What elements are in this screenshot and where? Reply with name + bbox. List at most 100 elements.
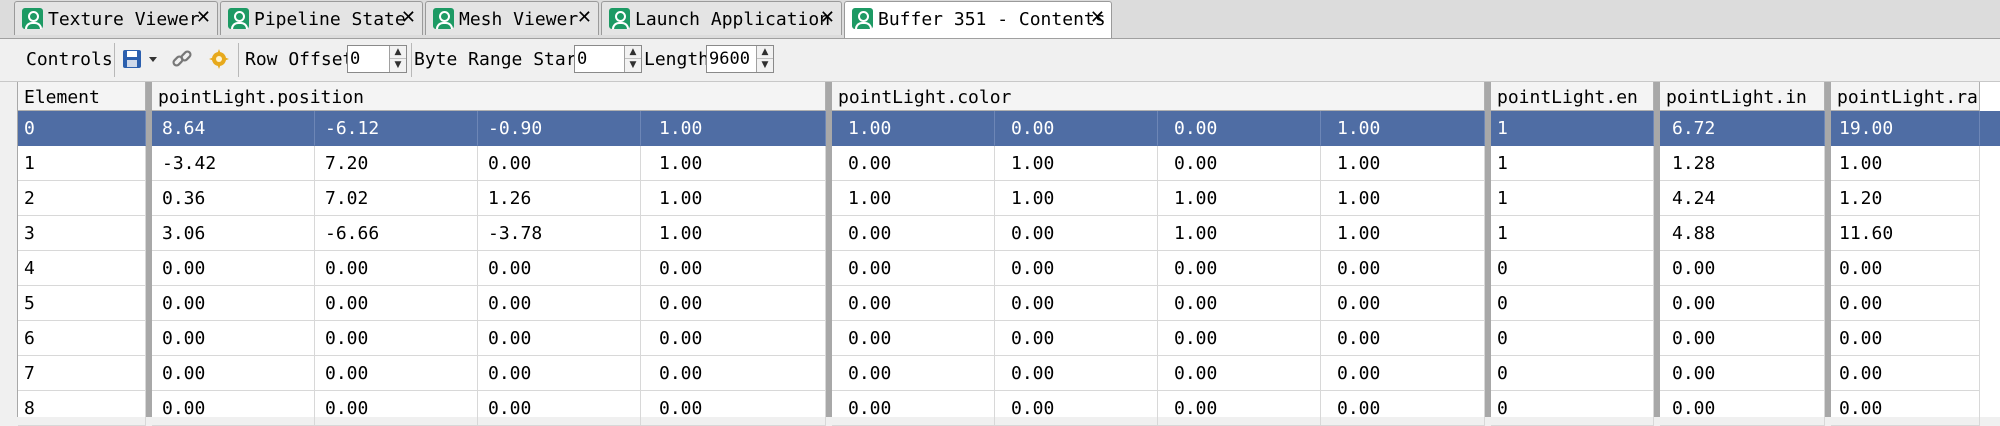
table-cell[interactable]: 1.00 [1158, 181, 1321, 216]
table-cell[interactable]: 7 [18, 356, 146, 391]
table-cell[interactable]: 1.00 [1321, 216, 1485, 251]
table-cell[interactable]: 1.00 [641, 181, 826, 216]
tab-mesh-viewer[interactable]: Mesh Viewer ✕ [425, 1, 599, 35]
table-cell[interactable]: 1.00 [1321, 181, 1485, 216]
table-cell[interactable]: 6 [18, 321, 146, 356]
table-cell[interactable]: 2 [18, 181, 146, 216]
table-cell[interactable]: 0.00 [1660, 286, 1825, 321]
table-cell[interactable]: 0.00 [152, 251, 315, 286]
table-cell[interactable]: 0.00 [995, 286, 1158, 321]
table-cell[interactable]: 0.00 [315, 251, 478, 286]
table-cell[interactable]: 0.00 [315, 391, 478, 426]
table-cell[interactable]: 11.60 [1831, 216, 1980, 251]
column-header-enabled[interactable]: pointLight.en [1491, 82, 1654, 111]
table-cell[interactable]: 1.00 [1158, 216, 1321, 251]
column-header-position[interactable]: pointLight.position [152, 82, 826, 111]
column-header-color[interactable]: pointLight.color [832, 82, 1485, 111]
settings-icon[interactable] [207, 47, 231, 71]
column-header-element[interactable]: Element [18, 82, 146, 111]
column-header-intensity[interactable]: pointLight.in [1660, 82, 1825, 111]
table-cell[interactable]: 0.00 [832, 251, 995, 286]
table-cell[interactable]: 1.00 [641, 111, 826, 146]
table-cell[interactable]: 4.24 [1660, 181, 1825, 216]
table-cell[interactable]: 0.00 [1660, 356, 1825, 391]
table-cell[interactable]: 0 [18, 111, 146, 146]
table-cell[interactable]: 1.26 [478, 181, 641, 216]
table-cell[interactable]: 0.00 [1831, 391, 1980, 426]
table-row[interactable]: 4 0.00 0.00 0.00 0.00 0.00 0.00 0.00 0.00 0 0.00 0.… [18, 251, 2000, 286]
table-cell[interactable]: 0.00 [641, 391, 826, 426]
table-cell[interactable]: 0.00 [995, 356, 1158, 391]
table-cell[interactable]: -6.66 [315, 216, 478, 251]
table-cell[interactable]: 1.20 [1831, 181, 1980, 216]
save-icon[interactable] [120, 47, 144, 71]
table-row[interactable]: 1 -3.42 7.20 0.00 1.00 0.00 1.00 0.00 1.00 1 1.28 1… [18, 146, 2000, 181]
table-cell[interactable]: 0.00 [641, 321, 826, 356]
table-cell[interactable]: 0.00 [152, 286, 315, 321]
table-cell[interactable]: 0.36 [152, 181, 315, 216]
table-cell[interactable]: 1 [18, 146, 146, 181]
table-cell[interactable]: 7.02 [315, 181, 478, 216]
table-cell[interactable]: 0.00 [1831, 321, 1980, 356]
table-cell[interactable]: 0.00 [832, 321, 995, 356]
spin-up-icon[interactable]: ▲ [757, 46, 773, 59]
table-cell[interactable]: 0.00 [1321, 356, 1485, 391]
dropdown-arrow-icon[interactable] [146, 47, 160, 71]
tab-launch-application[interactable]: Launch Application ✕ [601, 1, 842, 35]
table-cell[interactable]: 0.00 [478, 321, 641, 356]
table-cell[interactable]: 0 [1491, 356, 1654, 391]
table-cell[interactable]: 6.72 [1660, 111, 1825, 146]
table-cell[interactable]: 0.00 [641, 286, 826, 321]
table-cell[interactable]: 1.00 [995, 146, 1158, 181]
table-cell[interactable]: 1.00 [1321, 111, 1485, 146]
table-cell[interactable]: 0.00 [1158, 356, 1321, 391]
length-input[interactable] [709, 48, 755, 70]
table-row[interactable]: 8 0.00 0.00 0.00 0.00 0.00 0.00 0.00 0.00 0 0.00 0.… [18, 391, 2000, 426]
table-cell[interactable]: 1.28 [1660, 146, 1825, 181]
table-row[interactable]: 2 0.36 7.02 1.26 1.00 1.00 1.00 1.00 1.00 1 4.24 1.… [18, 181, 2000, 216]
table-row[interactable]: 3 3.06 -6.66 -3.78 1.00 0.00 0.00 1.00 1.00 1 4.88… [18, 216, 2000, 251]
table-cell[interactable]: 1.00 [995, 181, 1158, 216]
table-cell[interactable]: 1.00 [1321, 146, 1485, 181]
table-cell[interactable]: 0.00 [478, 251, 641, 286]
table-cell[interactable]: 0.00 [1158, 146, 1321, 181]
row-offset-spinbox[interactable]: ▲ ▼ [347, 45, 407, 73]
table-cell[interactable]: 0.00 [315, 321, 478, 356]
table-cell[interactable]: 1.00 [832, 181, 995, 216]
table-cell[interactable]: 1 [1491, 146, 1654, 181]
table-cell[interactable]: 0.00 [152, 391, 315, 426]
table-cell[interactable]: 8 [18, 391, 146, 426]
table-cell[interactable]: 4.88 [1660, 216, 1825, 251]
table-cell[interactable]: 0.00 [478, 391, 641, 426]
table-cell[interactable]: 5 [18, 286, 146, 321]
table-cell[interactable]: 1.00 [641, 146, 826, 181]
table-cell[interactable]: -3.42 [152, 146, 315, 181]
tab-pipeline-state[interactable]: Pipeline State ✕ [220, 1, 423, 35]
tab-buffer-contents[interactable]: Buffer 351 - Contents ✕ [844, 1, 1112, 38]
table-cell[interactable]: 0.00 [832, 356, 995, 391]
table-cell[interactable]: 1 [1491, 216, 1654, 251]
table-cell[interactable]: 0.00 [1158, 391, 1321, 426]
table-cell[interactable]: 3.06 [152, 216, 315, 251]
table-cell[interactable]: 0.00 [832, 216, 995, 251]
spin-down-icon[interactable]: ▼ [757, 59, 773, 72]
table-cell[interactable]: 0.00 [1158, 321, 1321, 356]
table-cell[interactable]: 0 [1491, 391, 1654, 426]
tab-texture-viewer[interactable]: Texture Viewer ✕ [14, 1, 218, 35]
table-cell[interactable]: 8.64 [152, 111, 315, 146]
table-cell[interactable]: 0.00 [478, 146, 641, 181]
table-cell[interactable]: -0.90 [478, 111, 641, 146]
table-cell[interactable]: 0.00 [995, 321, 1158, 356]
spin-down-icon[interactable]: ▼ [390, 59, 406, 72]
table-cell[interactable]: 0 [1491, 286, 1654, 321]
table-cell[interactable]: 0.00 [1831, 286, 1980, 321]
table-cell[interactable]: 0.00 [832, 146, 995, 181]
table-row[interactable]: 6 0.00 0.00 0.00 0.00 0.00 0.00 0.00 0.00 0 0.00 0.… [18, 321, 2000, 356]
table-cell[interactable]: 0 [1491, 321, 1654, 356]
table-cell[interactable]: 0.00 [641, 251, 826, 286]
byte-range-start-spinbox[interactable]: ▲ ▼ [574, 45, 642, 73]
table-cell[interactable]: 0.00 [1660, 321, 1825, 356]
table-cell[interactable]: 0.00 [832, 391, 995, 426]
byte-range-start-input[interactable] [577, 48, 623, 70]
column-header-range[interactable]: pointLight.ra [1831, 82, 1980, 111]
